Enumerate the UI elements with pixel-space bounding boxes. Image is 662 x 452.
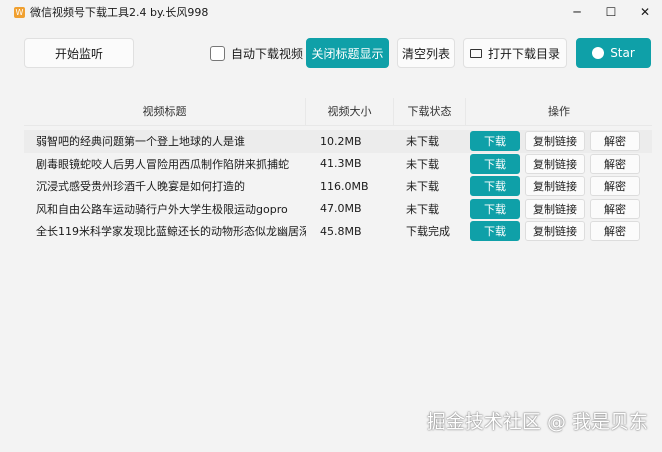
video-title: 剧毒眼镜蛇咬人后男人冒险用西瓜制作陷阱来抓捕蛇 xyxy=(36,157,289,171)
video-size: 116.0MB xyxy=(320,179,369,193)
video-title: 全长119米科学家发现比蓝鲸还长的动物形态似龙幽居深... xyxy=(36,225,306,239)
github-icon xyxy=(592,47,605,59)
table-header: 视频标题 视频大小 下载状态 操作 xyxy=(24,98,652,126)
window-controls: ─ ☐ ✕ xyxy=(560,0,662,24)
video-size: 45.8MB xyxy=(320,224,362,238)
download-status: 未下载 xyxy=(406,180,439,194)
copy-link-button[interactable]: 复制链接 xyxy=(525,221,585,242)
row-actions: 下载 复制链接 解密 xyxy=(466,153,652,174)
decrypt-button[interactable]: 解密 xyxy=(590,221,640,242)
auto-download-checkbox[interactable]: 自动下载视频 xyxy=(210,45,303,62)
app-icon: W xyxy=(14,6,25,18)
decrypt-button[interactable]: 解密 xyxy=(590,176,640,197)
video-table: 视频标题 视频大小 下载状态 操作 弱智吧的经典问题第一个登上地球的人是谁 10… xyxy=(24,98,652,243)
table-row[interactable]: 弱智吧的经典问题第一个登上地球的人是谁 10.2MB 未下载 下载 复制链接 解… xyxy=(24,130,652,153)
toggle-title-button[interactable]: 关闭标题显示 xyxy=(306,38,389,68)
table-row[interactable]: 沉浸式感受贵州珍酒千人晚宴是如何打造的 116.0MB 未下载 下载 复制链接 … xyxy=(24,175,652,198)
decrypt-button[interactable]: 解密 xyxy=(590,198,640,219)
maximize-button[interactable]: ☐ xyxy=(594,0,628,24)
video-title: 沉浸式感受贵州珍酒千人晚宴是如何打造的 xyxy=(36,180,245,194)
header-actions: 操作 xyxy=(548,105,570,118)
video-size: 47.0MB xyxy=(320,202,362,216)
table-row[interactable]: 风和自由公路车运动骑行户外大学生极限运动gopro 47.0MB 未下载 下载 … xyxy=(24,198,652,221)
copy-link-button[interactable]: 复制链接 xyxy=(525,131,585,152)
download-button[interactable]: 下载 xyxy=(470,153,520,174)
open-dir-label: 打开下载目录 xyxy=(487,46,560,61)
download-status: 未下载 xyxy=(406,202,439,216)
download-button[interactable]: 下载 xyxy=(470,221,520,242)
clear-list-button[interactable]: 清空列表 xyxy=(397,38,455,68)
video-title: 弱智吧的经典问题第一个登上地球的人是谁 xyxy=(36,135,245,149)
open-download-dir-button[interactable]: 打开下载目录 xyxy=(463,38,567,68)
close-button[interactable]: ✕ xyxy=(628,0,662,24)
header-size: 视频大小 xyxy=(306,98,394,125)
decrypt-button[interactable]: 解密 xyxy=(590,131,640,152)
row-actions: 下载 复制链接 解密 xyxy=(466,131,652,152)
copy-link-button[interactable]: 复制链接 xyxy=(525,198,585,219)
download-status: 未下载 xyxy=(406,157,439,171)
download-button[interactable]: 下载 xyxy=(470,176,520,197)
checkbox-box[interactable] xyxy=(210,46,225,61)
row-actions: 下载 复制链接 解密 xyxy=(466,176,652,197)
video-size: 41.3MB xyxy=(320,157,362,171)
download-button[interactable]: 下载 xyxy=(470,131,520,152)
table-row[interactable]: 剧毒眼镜蛇咬人后男人冒险用西瓜制作陷阱来抓捕蛇 41.3MB 未下载 下载 复制… xyxy=(24,153,652,176)
minimize-button[interactable]: ─ xyxy=(560,0,594,24)
auto-download-label: 自动下载视频 xyxy=(231,47,304,61)
window-title: 微信视频号下载工具2.4 by.长风998 xyxy=(30,6,209,19)
header-title: 视频标题 xyxy=(24,98,306,125)
decrypt-button[interactable]: 解密 xyxy=(590,153,640,174)
download-status: 下载完成 xyxy=(406,225,450,239)
row-actions: 下载 复制链接 解密 xyxy=(466,221,652,242)
folder-icon xyxy=(469,48,482,58)
star-label: Star xyxy=(610,46,635,60)
table-row[interactable]: 全长119米科学家发现比蓝鲸还长的动物形态似龙幽居深... 45.8MB 下载完… xyxy=(24,220,652,243)
copy-link-button[interactable]: 复制链接 xyxy=(525,153,585,174)
download-status: 未下载 xyxy=(406,135,439,149)
github-star-button[interactable]: Star xyxy=(576,38,651,68)
start-listening-button[interactable]: 开始监听 xyxy=(24,38,134,68)
download-button[interactable]: 下载 xyxy=(470,198,520,219)
header-status: 下载状态 xyxy=(394,98,466,125)
video-title: 风和自由公路车运动骑行户外大学生极限运动gopro xyxy=(36,202,288,216)
row-actions: 下载 复制链接 解密 xyxy=(466,198,652,219)
watermark: 掘金技术社区 @ 我是贝东 xyxy=(426,411,648,433)
copy-link-button[interactable]: 复制链接 xyxy=(525,176,585,197)
video-size: 10.2MB xyxy=(320,134,362,148)
